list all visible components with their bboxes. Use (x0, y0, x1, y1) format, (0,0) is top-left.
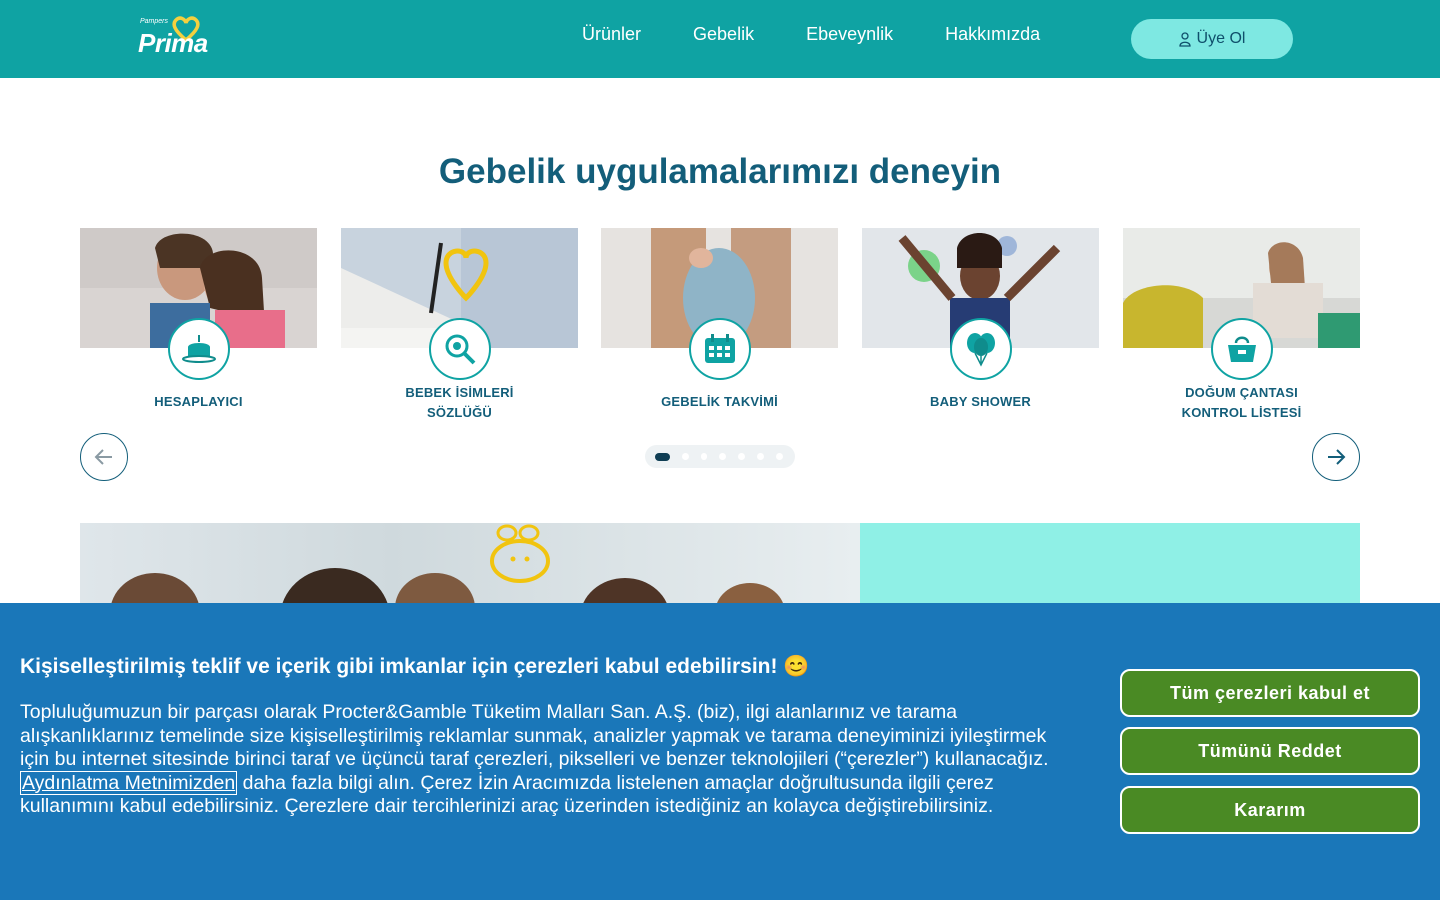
main-nav: Ürünler Gebelik Ebeveynlik Hakkımızda (580, 24, 1092, 45)
balloons-icon (950, 318, 1012, 380)
cookie-consent-banner: Kişiselleştirilmiş teklif ve içerik gibi… (0, 603, 1440, 900)
carousel-dot-6[interactable] (757, 453, 765, 460)
card-label: GEBELİK TAKVİMİ (661, 394, 778, 409)
card-dogum-cantasi[interactable]: DOĞUM ÇANTASI KONTROL LİSTESİ (1123, 228, 1360, 428)
prima-logo[interactable]: Pampers Prima (138, 16, 208, 60)
calendar-icon (689, 318, 751, 380)
user-icon (1178, 32, 1191, 47)
banner-image (80, 523, 860, 613)
cookie-description: Topluluğumuzun bir parçası olarak Procte… (20, 701, 1080, 819)
cookie-text-before: Topluluğumuzun bir parçası olarak Procte… (20, 701, 1049, 771)
card-hesaplayici[interactable]: HESAPLAYICI (80, 228, 317, 428)
carousel-dot-2[interactable] (681, 453, 689, 460)
card-label-line1: DOĞUM ÇANTASI (1185, 385, 1298, 400)
card-label: BEBEK İSİMLERİ SÖZLÜĞÜ (341, 383, 578, 423)
signup-button[interactable]: Üye Ol (1131, 19, 1293, 59)
carousel-dot-4[interactable] (719, 453, 727, 460)
logo-brand-main: Prima (138, 28, 208, 58)
carousel-dot-5[interactable] (738, 453, 746, 460)
signup-label: Üye Ol (1196, 30, 1246, 47)
carousel-dot-3[interactable] (700, 453, 708, 460)
card-label-line2: KONTROL LİSTESİ (1181, 405, 1302, 420)
carousel-prev-button[interactable] (80, 433, 128, 481)
accept-all-cookies-button[interactable]: Tüm çerezleri kabul et (1120, 669, 1420, 717)
carousel-pagination (645, 445, 795, 468)
logo-brand-small: Pampers (140, 18, 169, 25)
card-label-line1: BEBEK İSİMLERİ (405, 385, 514, 400)
bee-icon (490, 524, 550, 583)
carousel-next-button[interactable] (1312, 433, 1360, 481)
magnifier-icon (429, 318, 491, 380)
cake-icon (168, 318, 230, 380)
card-label-line2: SÖZLÜĞÜ (427, 405, 492, 420)
banner-panel (860, 523, 1360, 613)
card-bebek-isimleri[interactable]: BEBEK İSİMLERİ SÖZLÜĞÜ (341, 228, 578, 428)
site-header: Pampers Prima Ürünler Gebelik Ebeveynlik… (0, 0, 1440, 78)
nav-item-urunler[interactable]: Ürünler (582, 24, 641, 45)
cookie-title: Kişiselleştirilmiş teklif ve içerik gibi… (20, 655, 810, 678)
privacy-notice-link[interactable]: Aydınlatma Metnimizden (20, 770, 238, 795)
nav-item-gebelik[interactable]: Gebelik (693, 24, 754, 45)
carousel-dot-1[interactable] (655, 452, 670, 461)
card-gebelik-takvimi[interactable]: GEBELİK TAKVİMİ (601, 228, 838, 428)
arrow-right-icon (1328, 449, 1346, 465)
section-title: Gebelik uygulamalarımızı deneyin (438, 152, 1002, 191)
card-label: BABY SHOWER (930, 394, 1031, 409)
nav-item-hakkimizda[interactable]: Hakkımızda (945, 24, 1040, 45)
cookie-settings-button[interactable]: Kararım (1120, 786, 1420, 834)
card-baby-shower[interactable]: BABY SHOWER (862, 228, 1099, 428)
card-label: DOĞUM ÇANTASI KONTROL LİSTESİ (1123, 383, 1360, 423)
carousel-dot-7[interactable] (776, 453, 783, 460)
nav-item-ebeveynlik[interactable]: Ebeveynlik (806, 24, 893, 45)
arrow-left-icon (94, 449, 112, 465)
reject-all-cookies-button[interactable]: Tümünü Reddet (1120, 727, 1420, 775)
card-label: HESAPLAYICI (154, 394, 243, 409)
bag-icon (1211, 318, 1273, 380)
